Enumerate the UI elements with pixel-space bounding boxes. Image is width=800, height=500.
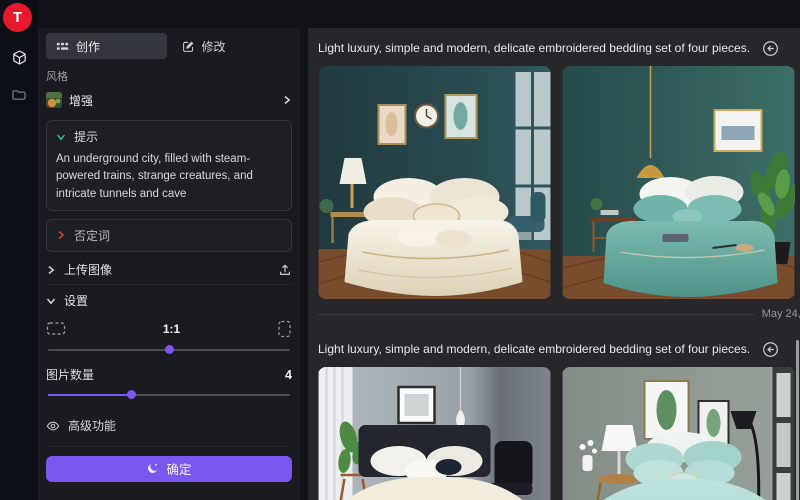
style-selector[interactable]: 增强 [46, 89, 292, 111]
date-separator: May 24, 2 [318, 307, 800, 321]
slider-thumb[interactable] [127, 390, 136, 399]
aspect-ratio-slider[interactable] [46, 344, 292, 356]
chevron-right-icon [46, 265, 56, 275]
style-thumbnail [46, 92, 62, 108]
landscape-frame-icon[interactable] [46, 321, 66, 336]
folder-icon [11, 87, 27, 103]
brand-logo[interactable]: T [3, 3, 32, 32]
tab-modify-label: 修改 [202, 38, 226, 55]
negative-prompt-box[interactable]: 否定词 [46, 219, 292, 252]
left-rail: T [0, 0, 38, 500]
image-count-value: 4 [285, 368, 292, 382]
generated-image[interactable] [318, 367, 551, 500]
edit-icon [182, 40, 195, 53]
prompt-box[interactable]: 提示 An underground city, filled with stea… [46, 120, 292, 211]
result-image-row [318, 66, 790, 299]
image-count-label: 图片数量 [46, 366, 94, 383]
image-count-slider[interactable] [46, 389, 292, 401]
result-prompt-text: Light luxury, simple and modern, delicat… [318, 342, 750, 356]
date-label: May 24, 2 [762, 308, 800, 320]
tab-create-label: 创作 [76, 38, 100, 55]
upload-image-row[interactable]: 上传图像 [46, 256, 292, 285]
negative-label: 否定词 [74, 227, 110, 244]
aspect-ratio-row: 1:1 [46, 319, 292, 339]
result-prompt-text: Light luxury, simple and modern, delicat… [318, 41, 750, 55]
mode-tabs: 创作 修改 [46, 33, 292, 59]
app-window: T [0, 0, 800, 500]
advanced-features-row[interactable]: 高级功能 [46, 415, 292, 437]
upload-icon[interactable] [278, 263, 292, 277]
settings-label: 设置 [64, 292, 88, 309]
upload-label: 上传图像 [64, 261, 112, 278]
reuse-prompt-icon[interactable] [762, 40, 779, 57]
separator-line [318, 314, 754, 315]
aspect-ratio-value: 1:1 [66, 322, 277, 336]
generated-image[interactable] [562, 66, 795, 299]
panel-divider [46, 446, 292, 447]
style-value: 增强 [69, 92, 93, 109]
style-section-label: 风格 [46, 68, 292, 84]
chevron-down-icon [56, 132, 66, 142]
confirm-button-label: 确定 [166, 459, 191, 478]
rail-item-files[interactable] [0, 80, 38, 110]
chevron-down-icon [46, 296, 56, 306]
generated-image[interactable] [562, 367, 795, 500]
result-group-header: Light luxury, simple and modern, delicat… [318, 338, 790, 360]
image-count-row: 图片数量 4 [46, 366, 292, 384]
confirm-button[interactable]: 确定 [46, 456, 292, 482]
chevron-right-icon [282, 95, 292, 105]
slider-thumb[interactable] [165, 345, 174, 354]
eye-icon [46, 419, 60, 433]
result-image-row [318, 367, 790, 500]
settings-row[interactable]: 设置 [46, 287, 292, 315]
prompt-input[interactable]: An underground city, filled with steam-p… [56, 151, 282, 203]
portrait-frame-icon[interactable] [277, 320, 292, 338]
generation-panel: 创作 修改 风格 增强 [38, 28, 300, 500]
results-gallery: Light luxury, simple and modern, delicat… [300, 28, 800, 500]
grid-icon [56, 40, 69, 53]
prompt-label: 提示 [74, 128, 98, 145]
chevron-right-icon [56, 230, 66, 240]
cube-icon [11, 49, 28, 66]
moon-sparkle-icon [146, 462, 159, 475]
rail-item-models[interactable] [0, 42, 38, 72]
reuse-prompt-icon[interactable] [762, 341, 779, 358]
generated-image[interactable] [318, 66, 551, 299]
gallery-scrollbar[interactable] [796, 340, 799, 500]
result-group-header: Light luxury, simple and modern, delicat… [318, 37, 790, 59]
tab-modify[interactable]: 修改 [172, 33, 293, 59]
top-header-bar [38, 0, 800, 28]
advanced-features-label: 高级功能 [68, 417, 116, 434]
tab-create[interactable]: 创作 [46, 33, 167, 59]
slider-fill [48, 394, 132, 396]
